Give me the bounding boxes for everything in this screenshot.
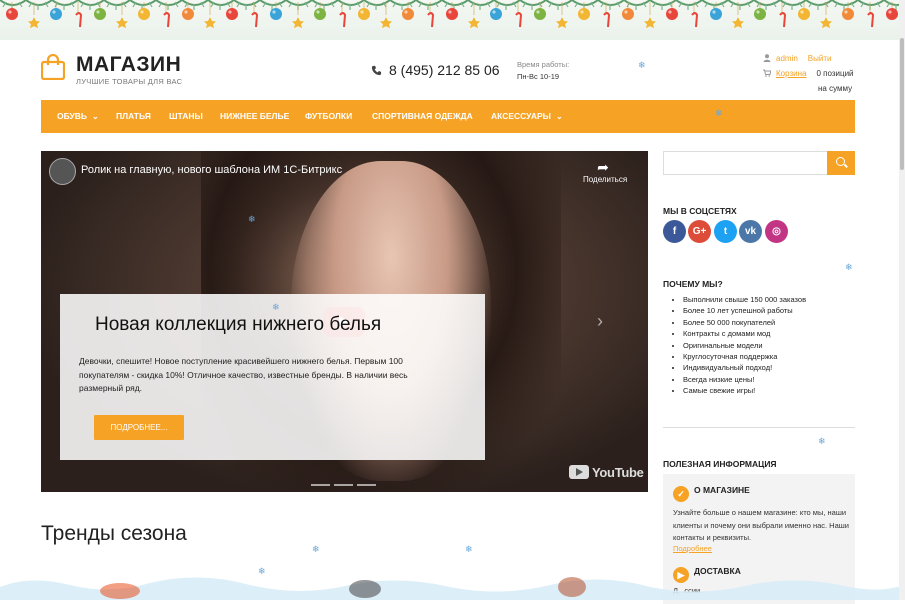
youtube-logo[interactable]: YouTube [569, 465, 644, 480]
twitter-icon[interactable]: t [714, 220, 737, 243]
about-more-link[interactable]: Подробнее [673, 544, 712, 553]
video-title[interactable]: Ролик на главную, нового шаблона ИМ 1С-Б… [81, 164, 342, 176]
nav-item-label: НИЖНЕЕ БЕЛЬЕ [220, 111, 290, 121]
chevron-down-icon: ⌄ [555, 112, 563, 121]
search-button[interactable] [827, 151, 855, 175]
about-store-text: Узнайте больше о нашем магазине: кто мы,… [673, 508, 849, 542]
cart-count: 0 позиций [816, 69, 854, 78]
share-label: Поделиться [583, 175, 628, 184]
social-title: МЫ В СОЦСЕТЯХ [663, 206, 737, 216]
nav-item-label: ФУТБОЛКИ [305, 111, 353, 121]
banner-heading: Новая коллекция нижнего белья [95, 314, 382, 335]
snowflake-decoration: ❄ [258, 566, 266, 576]
shopping-bag-icon [41, 54, 65, 80]
why-title: ПОЧЕМУ МЫ? [663, 279, 723, 289]
more-button[interactable]: ПОДРОБНЕЕ... [94, 415, 184, 440]
share-button[interactable]: ➦ Поделиться [583, 159, 627, 184]
cart-link[interactable]: Корзина [776, 69, 806, 78]
work-hours: Время работы: Пн-Вс 10-19 [517, 59, 569, 83]
snowflake-decoration: ❄ [272, 302, 280, 312]
list-item: Всегда низкие цены! [683, 374, 855, 385]
search-form [663, 151, 855, 175]
divider [663, 427, 855, 428]
list-item: Оригинальные модели [683, 340, 855, 351]
page-scrollbar[interactable] [899, 0, 905, 600]
nav-item-label: АКСЕССУАРЫ [491, 111, 551, 121]
promo-banner: Новая коллекция нижнего белья Девочки, с… [60, 294, 485, 460]
cart-icon [763, 69, 771, 77]
slider-next-arrow-icon[interactable]: › [597, 311, 603, 332]
why-us-list: Выполнили свыше 150 000 заказов Более 10… [663, 294, 855, 397]
nav-item-tshirts[interactable]: ФУТБОЛКИ [305, 100, 352, 133]
channel-avatar[interactable] [49, 158, 76, 185]
user-login-link[interactable]: admin [776, 54, 798, 63]
nav-item-pants[interactable]: ШТАНЫ [169, 100, 203, 133]
nav-item-accessories[interactable]: АКСЕССУАРЫ ⌄ [491, 100, 563, 133]
list-item: Более 50 000 покупателей [683, 317, 855, 328]
chevron-down-icon: ⌄ [92, 112, 99, 121]
snowflake-decoration: ❄ [818, 436, 826, 446]
list-item: Круглосуточная поддержка [683, 351, 855, 362]
youtube-label: YouTube [592, 465, 644, 480]
main-navigation: ОБУВЬ ⌄ ПЛАТЬЯ ШТАНЫ НИЖНЕЕ БЕЛЬЕ ФУТБОЛК… [41, 100, 855, 133]
nav-item-sportswear[interactable]: СПОРТИВНАЯ ОДЕЖДА [372, 100, 473, 133]
nav-item-label: ПЛАТЬЯ [116, 111, 151, 121]
snowflake-decoration: ❄ [248, 214, 256, 224]
list-item: Более 10 лет успешной работы [683, 305, 855, 316]
slider-dot[interactable] [311, 484, 330, 486]
user-icon [763, 54, 771, 62]
phone-number[interactable]: 8 (495) 212 85 06 [371, 62, 500, 78]
delivery-text: Д...ссии. [673, 586, 703, 595]
list-item: Индивидуальный подход! [683, 362, 855, 373]
logo-subtitle: ЛУЧШИЕ ТОВАРЫ ДЛЯ ВАС [76, 77, 183, 86]
about-store-heading[interactable]: ✓ О МАГАЗИНЕ [673, 485, 750, 502]
nav-item-label: ОБУВЬ [57, 111, 88, 121]
slider-pagination [311, 473, 380, 491]
nav-item-label: ШТАНЫ [169, 111, 203, 121]
logout-link[interactable]: Выйти [808, 54, 832, 63]
search-input[interactable] [663, 151, 828, 175]
instagram-icon[interactable]: ◎ [765, 220, 788, 243]
delivery-heading[interactable]: ▶ ДОСТАВКА [673, 566, 741, 583]
nav-item-dresses[interactable]: ПЛАТЬЯ [116, 100, 151, 133]
delivery-title: ДОСТАВКА [694, 566, 741, 576]
snowflake-decoration: ❄ [845, 262, 853, 272]
list-item: Контракты с домами мод [683, 328, 855, 339]
snowflake-decoration: ❄ [715, 108, 723, 118]
work-hours-value: Пн-Вс 10-19 [517, 72, 560, 81]
about-store-title: О МАГАЗИНЕ [694, 485, 750, 495]
useful-info-title: ПОЛЕЗНАЯ ИНФОРМАЦИЯ [663, 459, 777, 469]
list-item: Выполнили свыше 150 000 заказов [683, 294, 855, 305]
nav-item-underwear[interactable]: НИЖНЕЕ БЕЛЬЕ [220, 100, 289, 133]
slider-dot[interactable] [357, 484, 376, 486]
banner-text: Девочки, спешите! Новое поступление крас… [79, 356, 408, 393]
snowflake-decoration: ❄ [465, 544, 473, 554]
vk-icon[interactable]: vk [739, 220, 762, 243]
snowflake-decoration: ❄ [312, 544, 320, 554]
trends-heading: Тренды сезона [41, 522, 187, 545]
slider-dot[interactable] [334, 484, 353, 486]
site-header: МАГАЗИН ЛУЧШИЕ ТОВАРЫ ДЛЯ ВАС 8 (495) 21… [41, 50, 855, 108]
check-circle-icon: ✓ [673, 486, 689, 502]
christmas-garland-decoration [0, 0, 905, 40]
facebook-icon[interactable]: f [663, 220, 686, 243]
logo-title: МАГАЗИН [76, 53, 182, 76]
phone-icon [371, 65, 382, 76]
nav-item-shoes[interactable]: ОБУВЬ ⌄ [57, 100, 99, 133]
youtube-play-icon [569, 465, 589, 479]
cart-sum-label: на сумму [818, 84, 853, 93]
scrollbar-thumb[interactable] [900, 38, 904, 170]
work-hours-label: Время работы: [517, 60, 570, 69]
snowflake-decoration: ❄ [638, 60, 646, 70]
phone-text: 8 (495) 212 85 06 [389, 62, 500, 78]
useful-info-panel: ✓ О МАГАЗИНЕ Узнайте больше о нашем магаз… [663, 474, 855, 604]
share-arrow-icon: ➦ [597, 159, 609, 175]
google-plus-icon[interactable]: G+ [688, 220, 711, 243]
hero-video-slider[interactable]: Ролик на главную, нового шаблона ИМ 1С-Б… [41, 151, 648, 492]
truck-icon: ▶ [673, 567, 689, 583]
list-item: Самые свежие игры! [683, 385, 855, 396]
garland-ornaments [0, 0, 905, 29]
nav-item-label: СПОРТИВНАЯ ОДЕЖДА [372, 111, 473, 121]
